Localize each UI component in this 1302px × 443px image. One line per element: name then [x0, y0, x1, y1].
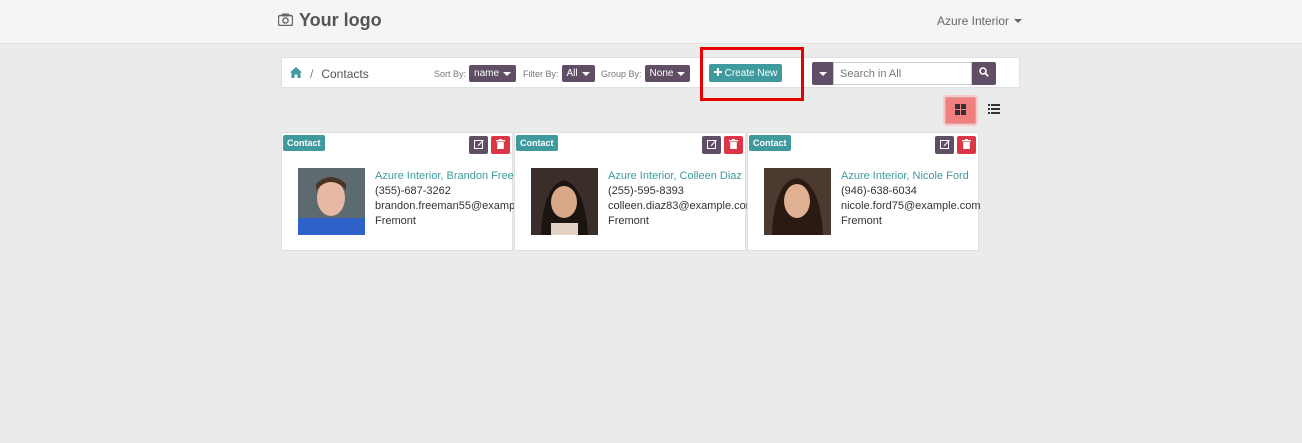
caret-down-icon	[818, 71, 827, 76]
search-button[interactable]	[972, 62, 996, 85]
contact-city: Fremont	[841, 215, 882, 227]
breadcrumb: / Contacts	[290, 67, 369, 81]
contact-badge: Contact	[283, 135, 325, 151]
home-icon[interactable]	[290, 67, 302, 81]
contact-badge: Contact	[749, 135, 791, 151]
caret-down-icon	[503, 71, 512, 76]
contact-city: Fremont	[608, 215, 649, 227]
sort-value: name	[474, 68, 500, 79]
filter-control: Filter By: All	[523, 65, 595, 82]
contact-photo	[531, 168, 598, 235]
list-icon	[988, 104, 1000, 117]
list-view-button[interactable]	[982, 97, 1006, 124]
contact-info: Azure Interior, Brandon Freeman (355)-68…	[375, 169, 514, 229]
contact-photo	[298, 168, 365, 235]
trash-icon	[962, 138, 971, 152]
edit-button[interactable]	[469, 136, 488, 154]
filter-value: All	[566, 68, 578, 79]
search-filter-dropdown[interactable]	[812, 62, 833, 85]
group-value: None	[649, 68, 674, 79]
edit-button[interactable]	[935, 136, 954, 154]
group-dropdown[interactable]: None	[644, 65, 691, 82]
top-navbar: Your logo Azure Interior	[0, 0, 1302, 44]
filter-dropdown[interactable]: All	[561, 65, 595, 82]
contact-city: Fremont	[375, 215, 416, 227]
user-menu-label: Azure Interior	[936, 14, 1009, 28]
contact-email: brandon.freeman55@example.com	[375, 200, 514, 212]
user-menu[interactable]: Azure Interior	[937, 14, 1022, 28]
logo-text: Your logo	[299, 10, 382, 30]
delete-button[interactable]	[491, 136, 510, 154]
contact-phone: (946)-638-6034	[841, 185, 917, 197]
caret-down-icon	[677, 71, 686, 76]
search-input[interactable]	[833, 62, 972, 85]
sort-dropdown[interactable]: name	[469, 65, 517, 82]
delete-button[interactable]	[957, 136, 976, 154]
contact-badge: Contact	[516, 135, 558, 151]
contact-phone: (255)-595-8393	[608, 185, 684, 197]
contact-photo	[764, 168, 831, 235]
filter-label: Filter By:	[523, 68, 559, 79]
edit-icon	[939, 139, 950, 152]
contact-phone: (355)-687-3262	[375, 185, 451, 197]
sort-label: Sort By:	[434, 68, 467, 79]
caret-down-icon	[1014, 19, 1022, 23]
trash-icon	[729, 138, 738, 152]
contact-info: Azure Interior, Nicole Ford (946)-638-60…	[841, 169, 980, 229]
kanban-view-button[interactable]	[945, 97, 976, 124]
search-icon	[979, 67, 989, 80]
breadcrumb-current: Contacts	[321, 67, 369, 81]
edit-button[interactable]	[702, 136, 721, 154]
delete-button[interactable]	[724, 136, 743, 154]
contact-name[interactable]: Azure Interior, Nicole Ford	[841, 169, 980, 184]
group-label: Group By:	[601, 68, 642, 79]
highlight-box	[700, 47, 804, 101]
edit-icon	[473, 139, 484, 152]
contact-name[interactable]: Azure Interior, Colleen Diaz	[608, 169, 747, 184]
breadcrumb-separator: /	[310, 67, 314, 81]
group-control: Group By: None	[601, 65, 691, 82]
contact-info: Azure Interior, Colleen Diaz (255)-595-8…	[608, 169, 747, 229]
contact-name[interactable]: Azure Interior, Brandon Freeman	[375, 169, 514, 184]
caret-down-icon	[581, 71, 590, 76]
contact-email: nicole.ford75@example.com	[841, 200, 980, 212]
trash-icon	[496, 138, 505, 152]
logo[interactable]: Your logo	[277, 10, 382, 31]
edit-icon	[706, 139, 717, 152]
contact-card[interactable]: Contact Azure Interior, Nicole Ford (946…	[747, 132, 980, 251]
contact-email: colleen.diaz83@example.com	[608, 200, 747, 212]
contact-card[interactable]: Contact Azure Interior, Colleen Diaz (25…	[514, 132, 747, 251]
camera-icon	[277, 13, 294, 29]
grid-icon	[955, 103, 966, 118]
sort-control: Sort By: name	[434, 65, 517, 82]
contact-card[interactable]: Contact Azure Interior, Brandon Freeman …	[281, 132, 514, 251]
